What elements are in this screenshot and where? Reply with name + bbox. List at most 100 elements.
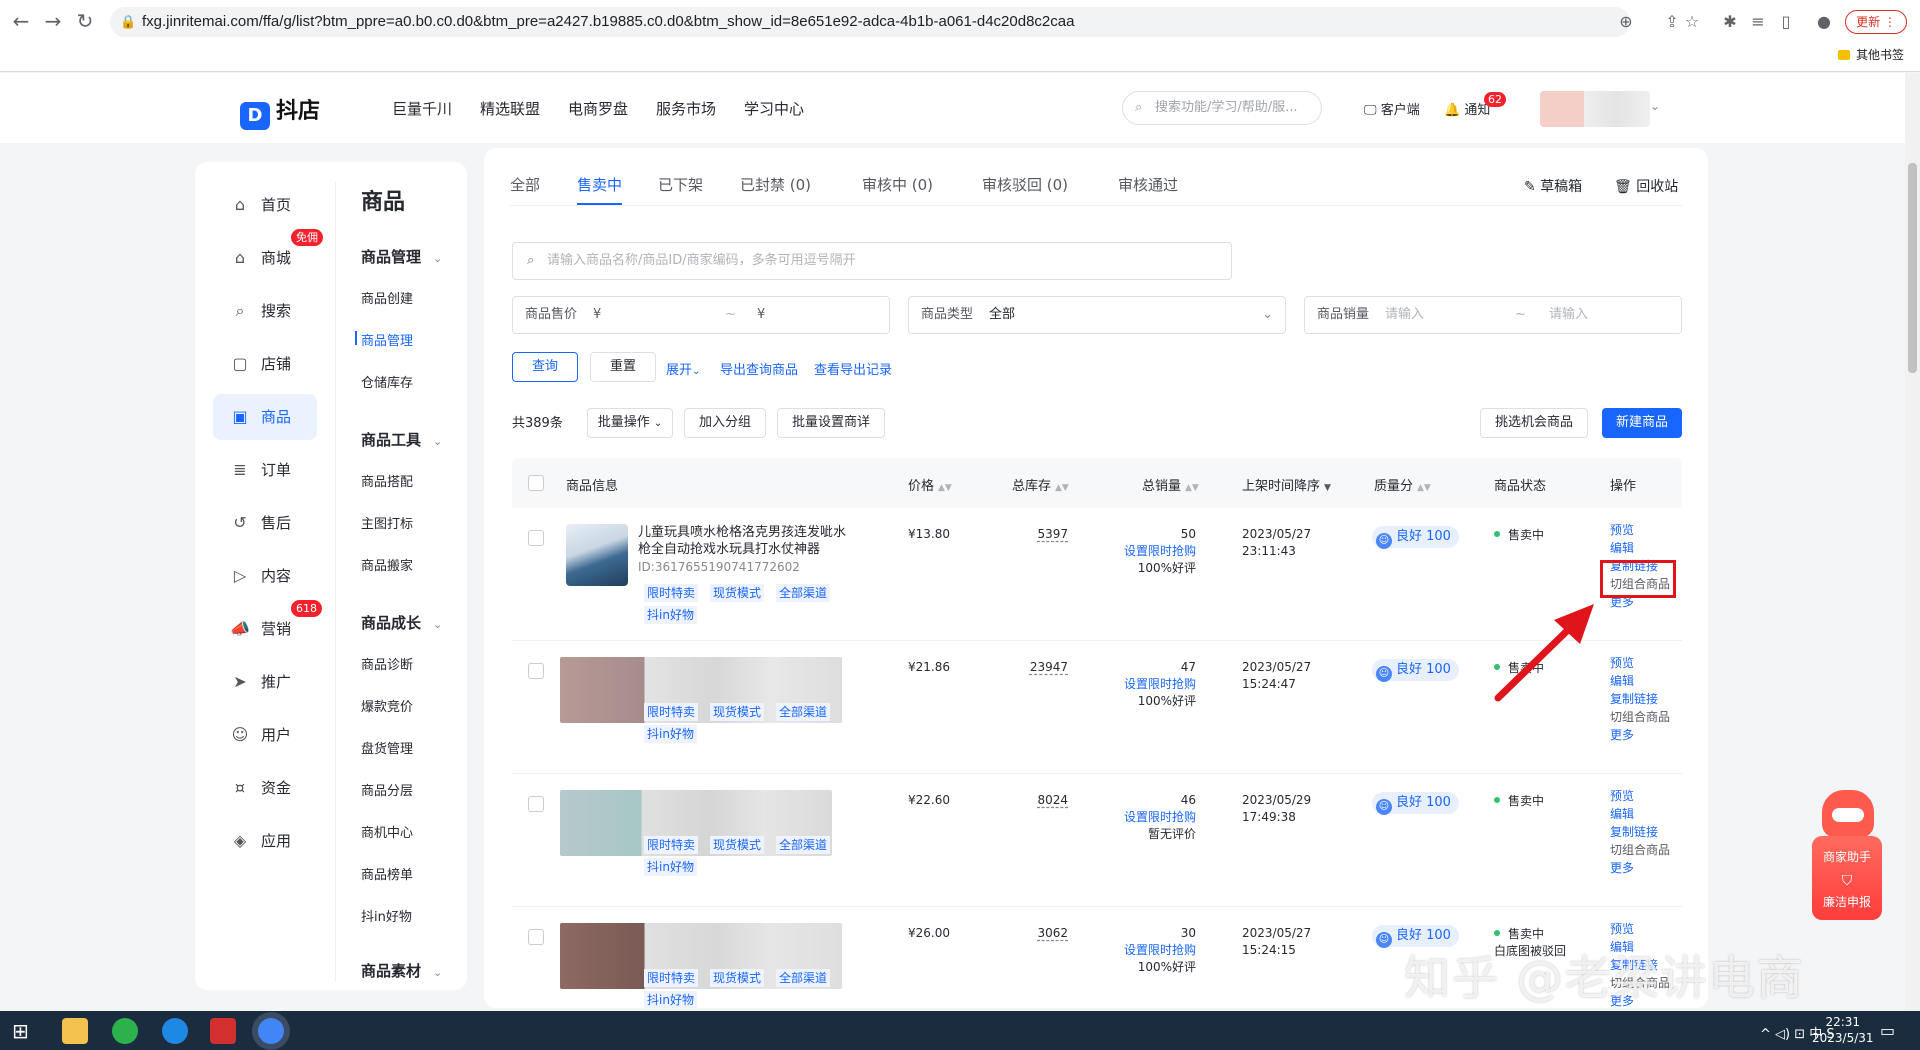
chrome-icon[interactable] <box>258 1018 284 1044</box>
th-sales[interactable]: 总销量 ▲▼ <box>1142 475 1199 494</box>
back-icon[interactable]: ← <box>8 8 34 34</box>
sidebar-item-order[interactable]: ≣ 订单 <box>213 447 317 493</box>
stock-cell[interactable]: 23947 <box>1030 659 1068 676</box>
side-panel-icon[interactable]: ▯ <box>1774 10 1798 34</box>
stock-cell[interactable]: 8024 <box>1037 792 1068 809</box>
reading-list-icon[interactable]: ≡ <box>1746 10 1770 34</box>
more-link[interactable]: 更多 <box>1610 860 1670 877</box>
product-type-select[interactable]: 商品类型 全部 ⌄ <box>908 296 1286 334</box>
set-flash-sale-link[interactable]: 设置限时抢购 <box>1124 543 1196 560</box>
page-scrollbar[interactable] <box>1905 73 1920 1011</box>
avatar[interactable] <box>1540 91 1650 127</box>
scrollbar-thumb[interactable] <box>1908 163 1917 373</box>
export-link[interactable]: 导出查询商品 <box>720 359 798 378</box>
product-thumbnail[interactable] <box>566 524 628 586</box>
batch-detail-button[interactable]: 批量设置商详 <box>777 408 885 438</box>
sidebar-item-store[interactable]: ▢ 店铺 <box>213 341 317 387</box>
select-all-checkbox[interactable] <box>528 475 544 491</box>
logo[interactable]: D 抖店 <box>240 93 320 130</box>
sales-range-field[interactable]: 商品销量 请输入 ~ 请输入 <box>1304 296 1682 334</box>
preview-link[interactable]: 预览 <box>1610 788 1670 805</box>
assistant-title[interactable]: 商家助手 <box>1812 836 1882 865</box>
tab-4[interactable]: 审核中 (0) <box>862 174 933 195</box>
sub-menu-item[interactable]: 商品榜单 <box>361 864 413 883</box>
client-link[interactable]: 🖵 客户端 <box>1364 99 1420 118</box>
preview-link[interactable]: 预览 <box>1610 522 1670 539</box>
tab-2[interactable]: 已下架 <box>658 174 703 195</box>
preview-link[interactable]: 预览 <box>1610 655 1670 672</box>
sub-group-title[interactable]: 商品工具 ⌄ <box>361 429 442 450</box>
tab-0[interactable]: 全部 <box>510 174 540 195</box>
switch-combo-link[interactable]: 切组合商品 <box>1610 709 1670 726</box>
set-flash-sale-link[interactable]: 设置限时抢购 <box>1124 809 1196 826</box>
export-log-link[interactable]: 查看导出记录 <box>814 359 892 378</box>
row-checkbox[interactable] <box>528 929 544 945</box>
quality-score[interactable]: ☺ 良好 100 <box>1372 659 1459 682</box>
sub-menu-item[interactable]: 爆款竞价 <box>361 696 413 715</box>
th-quality[interactable]: 质量分 ▲▼ <box>1374 475 1431 494</box>
sub-menu-item[interactable]: 商品管理 <box>354 330 413 349</box>
query-button[interactable]: 查询 <box>512 352 578 382</box>
more-link[interactable]: 更多 <box>1610 727 1670 744</box>
copy-link-link[interactable]: 复制链接 <box>1610 824 1670 841</box>
row-checkbox[interactable] <box>528 530 544 546</box>
th-stock[interactable]: 总库存 ▲▼ <box>1012 475 1069 494</box>
tab-6[interactable]: 审核通过 <box>1118 174 1178 195</box>
sub-menu-item[interactable]: 主图打标 <box>361 513 413 532</box>
row-checkbox[interactable] <box>528 796 544 812</box>
edit-link[interactable]: 编辑 <box>1610 540 1670 557</box>
zoom-icon[interactable]: ⊕ <box>1614 10 1638 34</box>
sub-menu-item[interactable]: 商品创建 <box>361 288 413 307</box>
sidebar-item-aftersale[interactable]: ↺ 售后 <box>213 500 317 546</box>
sidebar-item-product[interactable]: ▣ 商品 <box>213 394 317 440</box>
set-flash-sale-link[interactable]: 设置限时抢购 <box>1124 942 1196 959</box>
sub-menu-item[interactable]: 商品搭配 <box>361 471 413 490</box>
sub-menu-item[interactable]: 抖in好物 <box>361 906 412 925</box>
tab-1[interactable]: 售卖中 <box>577 174 623 205</box>
sub-group-title[interactable]: 商品成长 ⌄ <box>361 612 442 633</box>
edit-link[interactable]: 编辑 <box>1610 806 1670 823</box>
add-group-button[interactable]: 加入分组 <box>684 408 766 438</box>
nav-alliance[interactable]: 精选联盟 <box>480 98 540 119</box>
forward-icon[interactable]: → <box>40 8 66 34</box>
tab-3[interactable]: 已封禁 (0) <box>740 174 811 195</box>
merchant-assistant-widget[interactable]: 商家助手 ⛉ 廉洁申报 <box>1812 790 1882 920</box>
sidebar-item-app[interactable]: ◈ 应用 <box>213 818 317 864</box>
sub-menu-item[interactable]: 商品诊断 <box>361 654 413 673</box>
quality-score[interactable]: ☺ 良好 100 <box>1372 792 1459 815</box>
windows-start-icon[interactable]: ⊞ <box>12 1018 38 1044</box>
sub-group-title[interactable]: 商品素材 ⌄ <box>361 960 442 981</box>
stock-cell[interactable]: 5397 <box>1037 526 1068 543</box>
opportunity-button[interactable]: 挑选机会商品 <box>1480 408 1588 438</box>
product-search-input[interactable]: ⌕ 请输入商品名称/商品ID/商家编码，多条可用逗号隔开 <box>512 242 1232 280</box>
nav-service-market[interactable]: 服务市场 <box>656 98 716 119</box>
th-listed-time[interactable]: 上架时间降序 ▼ <box>1242 475 1331 494</box>
row-checkbox[interactable] <box>528 663 544 679</box>
sub-menu-item[interactable]: 商品搬家 <box>361 555 413 574</box>
profile-icon[interactable]: ● <box>1812 10 1836 34</box>
sub-menu-item[interactable]: 仓储库存 <box>361 372 413 391</box>
nav-learning[interactable]: 学习中心 <box>744 98 804 119</box>
notification-center-icon[interactable]: ▭ <box>1880 1018 1906 1044</box>
recycle-bin-link[interactable]: 🗑 回收站 <box>1614 176 1678 196</box>
batch-ops-button[interactable]: 批量操作 ⌄ <box>587 408 673 438</box>
expand-link[interactable]: 展开⌄ <box>666 359 700 378</box>
sub-menu-item[interactable]: 盘货管理 <box>361 738 413 757</box>
clock[interactable]: 22:31 2023/5/31 <box>1812 1014 1874 1046</box>
wechat-icon[interactable] <box>112 1018 138 1044</box>
sidebar-item-user[interactable]: ☺ 用户 <box>213 712 317 758</box>
nav-qianchuan[interactable]: 巨量千川 <box>392 98 452 119</box>
set-flash-sale-link[interactable]: 设置限时抢购 <box>1124 676 1196 693</box>
chevron-down-icon[interactable]: ⌄ <box>1650 99 1660 113</box>
app-k-icon[interactable] <box>162 1018 188 1044</box>
edit-link[interactable]: 编辑 <box>1610 673 1670 690</box>
preview-link[interactable]: 预览 <box>1610 921 1670 938</box>
wps-icon[interactable] <box>210 1018 236 1044</box>
quality-score[interactable]: ☺ 良好 100 <box>1372 526 1459 549</box>
th-price[interactable]: 价格 ▲▼ <box>908 475 952 494</box>
sidebar-item-content[interactable]: ▷ 内容 <box>213 553 317 599</box>
copy-link-link[interactable]: 复制链接 <box>1610 691 1670 708</box>
address-bar[interactable]: 🔒 fxg.jinritemai.com/ffa/g/list?btm_ppre… <box>110 7 1630 37</box>
sub-group-title[interactable]: 商品管理 ⌄ <box>361 246 442 267</box>
star-icon[interactable]: ☆ <box>1680 10 1704 34</box>
